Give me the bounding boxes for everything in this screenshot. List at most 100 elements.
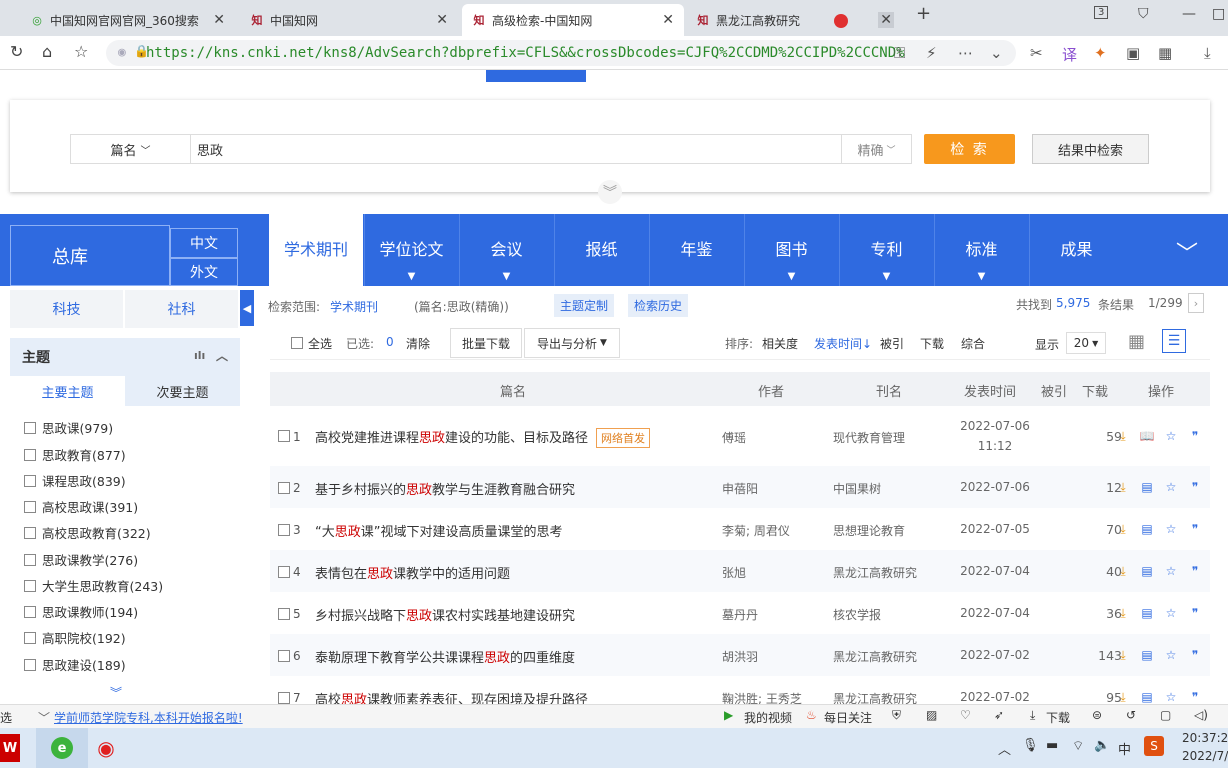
scissors-icon[interactable]: ✂: [1030, 44, 1043, 62]
browser-tab-advsearch[interactable]: 知 高级检索-中国知网 ✕: [462, 4, 684, 36]
lightning-icon[interactable]: ⚡: [926, 44, 937, 62]
window-icon[interactable]: ▢: [1160, 708, 1171, 722]
topic-filter-item[interactable]: 高校思政课(391): [24, 497, 138, 516]
tab-yearbook[interactable]: 年鉴: [649, 214, 743, 286]
row-checkbox[interactable]: [278, 692, 290, 704]
html-read-icon[interactable]: ▤: [1139, 605, 1155, 621]
row-checkbox[interactable]: [278, 650, 290, 662]
sort-downloads[interactable]: 下载: [920, 335, 944, 352]
author-link[interactable]: 墓丹丹: [722, 606, 758, 623]
tab-conference[interactable]: 会议 ▼: [459, 214, 553, 286]
html-read-icon[interactable]: ▤: [1139, 479, 1155, 495]
checkbox[interactable]: [24, 448, 36, 461]
quote-icon[interactable]: ❞: [1187, 605, 1203, 621]
author-link[interactable]: 李菊; 周君仪: [722, 522, 790, 539]
download-icon[interactable]: ⤓: [1115, 563, 1131, 579]
chevron-up-icon[interactable]: ︿: [998, 739, 1011, 758]
quote-icon[interactable]: ❞: [1187, 647, 1203, 663]
wifi-icon[interactable]: ⌔: [1072, 738, 1084, 754]
field-select[interactable]: 篇名 ﹀: [71, 135, 191, 163]
browser-tab-heilongjiang[interactable]: 知 黑龙江高教研究 ✕: [686, 4, 904, 36]
html-read-icon[interactable]: ▤: [1139, 647, 1155, 663]
journal-link[interactable]: 黑龙江高教研究: [833, 648, 917, 665]
chinese-toggle[interactable]: 中文: [170, 228, 238, 258]
clock-time[interactable]: 20:37:27: [1182, 731, 1228, 745]
apps-grid-icon[interactable]: ▦: [1158, 44, 1172, 62]
battery-icon[interactable]: ▬: [1046, 738, 1058, 753]
article-title-link[interactable]: 高校思政课教师素养表征、现存困境及提升路径: [315, 689, 588, 704]
row-checkbox[interactable]: [278, 608, 290, 620]
bar-chart-icon[interactable]: ılı: [194, 349, 205, 362]
article-title-link[interactable]: 表情包在思政课教学中的适用问题: [315, 563, 510, 582]
download-icon[interactable]: ⤓: [1115, 605, 1131, 621]
tab-social[interactable]: 社科: [125, 290, 238, 328]
tab-standard[interactable]: 标准 ▼: [934, 214, 1028, 286]
volume-icon[interactable]: ◁): [1194, 708, 1208, 722]
tab-minor-topic[interactable]: 次要主题: [125, 376, 240, 406]
url-input[interactable]: ◉ 🔒 https://kns.cnki.net/kns8/AdvSearch?…: [106, 40, 1016, 66]
tab-science[interactable]: 科技: [10, 290, 123, 328]
tab-count-icon[interactable]: 3: [1094, 6, 1109, 19]
row-checkbox[interactable]: [278, 482, 290, 494]
quote-icon[interactable]: ❞: [1187, 689, 1203, 704]
sort-cited[interactable]: 被引: [880, 335, 904, 352]
grid-view-icon[interactable]: ▦: [1128, 331, 1145, 352]
close-icon[interactable]: ✕: [436, 12, 448, 28]
favorite-icon[interactable]: ☆: [1163, 479, 1179, 495]
more-chevron-icon[interactable]: ︾: [110, 684, 122, 701]
article-title-link[interactable]: 高校党建推进课程思政建设的功能、目标及路径 网络首发: [315, 427, 651, 448]
journal-link[interactable]: 黑龙江高教研究: [833, 564, 917, 581]
chevron-up-icon[interactable]: ︿: [216, 347, 228, 364]
page-size-select[interactable]: 20 ▼: [1066, 332, 1106, 354]
checkbox[interactable]: [24, 658, 36, 671]
checkbox[interactable]: [24, 553, 36, 566]
tab-thesis[interactable]: 学位论文 ▼: [364, 214, 458, 286]
checkbox[interactable]: [24, 605, 36, 618]
refresh-icon[interactable]: ↺: [1126, 708, 1136, 722]
select-all-label[interactable]: 全选: [308, 335, 332, 352]
close-icon[interactable]: ✕: [662, 12, 674, 28]
quote-icon[interactable]: ❞: [1187, 563, 1203, 579]
batch-download-button[interactable]: 批量下载: [450, 328, 522, 358]
wps-icon[interactable]: W: [0, 734, 20, 762]
sort-time[interactable]: 发表时间↓: [814, 335, 872, 352]
tab-main-topic[interactable]: 主要主题: [10, 376, 125, 406]
checkbox[interactable]: [24, 474, 36, 487]
tab-patent[interactable]: 专利 ▼: [839, 214, 933, 286]
shirt-icon[interactable]: ⛉: [1138, 6, 1149, 22]
download-icon[interactable]: ⤓: [1204, 44, 1211, 62]
minimize-icon[interactable]: —: [1182, 6, 1196, 22]
favorite-icon[interactable]: ☆: [1163, 689, 1179, 704]
maximize-icon[interactable]: □: [1212, 6, 1225, 22]
heart-icon[interactable]: ♡: [960, 708, 971, 722]
download-icon[interactable]: ⤓: [1115, 521, 1131, 537]
quote-icon[interactable]: ❞: [1187, 521, 1203, 537]
sogou-icon[interactable]: S: [1144, 736, 1164, 756]
browser-tab-cnki[interactable]: 知 中国知网 ✕: [240, 4, 458, 36]
checkbox[interactable]: [24, 421, 36, 434]
ime-indicator[interactable]: 中: [1118, 739, 1131, 758]
tab-newspaper[interactable]: 报纸: [554, 214, 648, 286]
download-icon[interactable]: ⤓: [1115, 647, 1131, 663]
chevron-down-icon[interactable]: ⌄: [990, 44, 1003, 62]
row-checkbox[interactable]: [278, 566, 290, 578]
quote-icon[interactable]: ❞: [1187, 479, 1203, 495]
journal-link[interactable]: 思想理论教育: [833, 522, 905, 539]
tab-book[interactable]: 图书 ▼: [744, 214, 838, 286]
sidebar-icon[interactable]: ▣: [1126, 44, 1140, 62]
author-link[interactable]: 傅瑶: [722, 429, 746, 446]
reload-icon[interactable]: ↻: [10, 42, 23, 61]
author-link[interactable]: 鞠洪胜; 王秀芝: [722, 690, 802, 704]
html-read-icon[interactable]: ▤: [1139, 563, 1155, 579]
author-link[interactable]: 申蓓阳: [722, 480, 758, 497]
html-read-icon[interactable]: ▤: [1139, 689, 1155, 704]
author-link[interactable]: 胡洪羽: [722, 648, 758, 665]
daily-follow-link[interactable]: 每日关注: [824, 709, 872, 726]
favorite-icon[interactable]: ☆: [1163, 563, 1179, 579]
close-icon[interactable]: ✕: [878, 12, 894, 28]
favorite-star-icon[interactable]: ☆: [74, 42, 88, 61]
list-view-icon[interactable]: ☰: [1162, 329, 1186, 353]
game-icon[interactable]: ✦: [1094, 44, 1107, 62]
expand-more-icon[interactable]: ﹀: [1176, 236, 1198, 268]
article-title-link[interactable]: 基于乡村振兴的思政教学与生涯教育融合研究: [315, 479, 575, 498]
